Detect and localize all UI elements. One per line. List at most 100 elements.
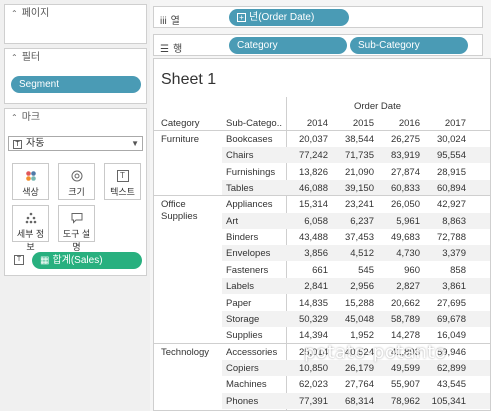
pages-header[interactable]: ⌃ 페이지 bbox=[5, 5, 146, 23]
subcategory-label: Copiers bbox=[226, 362, 259, 374]
year-header: 2015 bbox=[352, 118, 374, 129]
sales-value-cell: 30,024 bbox=[436, 134, 466, 145]
columns-icon: iii bbox=[160, 16, 167, 27]
subcategory-label: Labels bbox=[226, 281, 254, 293]
sales-value-cell: 105,341 bbox=[431, 395, 466, 407]
order-date-pill[interactable]: + 년(Order Date) bbox=[229, 9, 349, 26]
sales-value-cell: 14,835 bbox=[298, 297, 328, 309]
subcategory-label: Chairs bbox=[226, 150, 254, 162]
label-button-label: 텍스트 bbox=[110, 187, 135, 197]
sales-value-cell: 6,237 bbox=[350, 215, 374, 227]
category-label: Furniture bbox=[161, 134, 200, 145]
watermark-text: potato-potanto bbox=[304, 342, 447, 363]
sales-value-cell: 43,545 bbox=[436, 379, 466, 391]
mark-type-select[interactable]: T 자동 ▼ bbox=[8, 136, 143, 151]
sales-value-cell: 28,915 bbox=[436, 166, 466, 178]
subcategory-label: Envelopes bbox=[226, 248, 271, 260]
text-mark-icon: T bbox=[14, 255, 24, 265]
columns-shelf-label: iii 열 bbox=[160, 12, 180, 27]
sales-value-cell: 1,952 bbox=[350, 330, 374, 342]
columns-shelf[interactable]: iii 열 + 년(Order Date) bbox=[153, 6, 483, 28]
rows-icon: ☰ bbox=[160, 44, 169, 55]
expand-plus-icon[interactable]: + bbox=[237, 13, 246, 22]
sales-value-cell: 3,861 bbox=[442, 281, 466, 293]
sales-value-cell: 45,048 bbox=[344, 313, 374, 325]
pages-title: 페이지 bbox=[21, 8, 50, 19]
header-bottom-line bbox=[154, 130, 490, 131]
sales-value-cell: 42,927 bbox=[436, 199, 466, 211]
subcategory-label: Accessories bbox=[226, 346, 278, 358]
marks-header[interactable]: ⌃ 마크 bbox=[5, 109, 146, 127]
tooltip-button[interactable]: 도구 설명 bbox=[58, 205, 95, 252]
mark-type-value: 자동 bbox=[26, 138, 45, 149]
detail-dots-icon bbox=[25, 212, 37, 224]
rows-shelf[interactable]: ☰ 행 Category Sub-Category bbox=[153, 34, 483, 56]
color-button-label: 색상 bbox=[22, 187, 39, 197]
sales-value-cell: 26,050 bbox=[390, 199, 420, 211]
subcategory-label: Appliances bbox=[226, 199, 273, 211]
sales-value-cell: 661 bbox=[312, 264, 328, 276]
segment-filter-pill[interactable]: Segment bbox=[11, 76, 141, 93]
subcategory-label: Supplies bbox=[226, 330, 263, 342]
sales-value-cell: 10,850 bbox=[298, 362, 328, 374]
dropdown-arrow-icon[interactable]: ▼ bbox=[131, 137, 139, 150]
sales-value-cell: 49,683 bbox=[390, 232, 420, 244]
rows-shelf-label: ☰ 행 bbox=[160, 40, 182, 55]
detail-button[interactable]: 세부 정보 bbox=[12, 205, 49, 252]
sales-value-cell: 69,678 bbox=[436, 313, 466, 325]
sales-value-cell: 14,278 bbox=[390, 330, 420, 342]
sales-value-cell: 68,314 bbox=[344, 395, 374, 407]
chevron-up-icon[interactable]: ⌃ bbox=[11, 9, 18, 19]
category-label: Technology bbox=[161, 346, 210, 358]
filters-title: 필터 bbox=[21, 52, 41, 63]
sales-value-cell: 77,242 bbox=[298, 150, 328, 162]
sales-value-cell: 960 bbox=[404, 264, 420, 276]
size-button[interactable]: 크기 bbox=[58, 163, 95, 200]
sales-measure-pill[interactable]: ▦ 합계(Sales) bbox=[32, 252, 142, 269]
filters-header[interactable]: ⌃ 필터 bbox=[5, 49, 146, 67]
sales-value-cell: 4,730 bbox=[396, 248, 420, 260]
category-pill[interactable]: Category bbox=[229, 37, 347, 54]
chevron-up-icon[interactable]: ⌃ bbox=[11, 53, 18, 63]
sales-value-cell: 15,288 bbox=[344, 297, 374, 309]
columns-label-text: 열 bbox=[170, 16, 180, 27]
sales-value-cell: 14,394 bbox=[298, 330, 328, 342]
subcategory-label: Furnishings bbox=[226, 166, 276, 178]
sales-value-cell: 72,788 bbox=[436, 232, 466, 244]
sales-value-cell: 15,314 bbox=[298, 199, 328, 211]
subcategory-label: Paper bbox=[226, 297, 252, 309]
sales-value-cell: 78,962 bbox=[390, 395, 420, 407]
sheet-title: Sheet 1 bbox=[161, 71, 217, 88]
sales-value-cell: 27,764 bbox=[344, 379, 374, 391]
label-button[interactable]: T 텍스트 bbox=[104, 163, 141, 200]
sales-value-cell: 545 bbox=[358, 264, 374, 276]
sales-value-cell: 26,275 bbox=[390, 134, 420, 145]
color-button[interactable]: 색상 bbox=[12, 163, 49, 200]
subcategory-label: Storage bbox=[226, 313, 260, 325]
text-mark-icon: T bbox=[13, 140, 22, 149]
sales-value-cell: 95,554 bbox=[436, 150, 466, 162]
sales-value-cell: 21,090 bbox=[344, 166, 374, 178]
sales-value-cell: 83,919 bbox=[390, 150, 420, 162]
order-date-pill-label: 년(Order Date) bbox=[249, 12, 315, 23]
sales-value-cell: 62,899 bbox=[436, 362, 466, 374]
category-column-header: Category bbox=[161, 118, 200, 129]
category-label: Office Supplies bbox=[161, 199, 198, 223]
sales-value-cell: 2,841 bbox=[304, 281, 328, 293]
tooltip-button-label: 도구 설명 bbox=[62, 229, 91, 252]
sales-value-cell: 13,826 bbox=[298, 166, 328, 178]
pages-card: ⌃ 페이지 bbox=[4, 4, 147, 44]
speech-bubble-icon bbox=[71, 212, 83, 224]
sales-value-cell: 20,662 bbox=[390, 297, 420, 309]
sales-value-cell: 16,049 bbox=[436, 330, 466, 342]
year-header: 2016 bbox=[398, 118, 420, 129]
sales-value-cell: 71,735 bbox=[344, 150, 374, 162]
year-header: 2014 bbox=[306, 118, 328, 129]
sales-measure-label: 합계(Sales) bbox=[52, 255, 103, 266]
subcategory-label: Art bbox=[226, 215, 239, 227]
subcategory-pill[interactable]: Sub-Category bbox=[350, 37, 468, 54]
filters-card: ⌃ 필터 Segment bbox=[4, 48, 147, 104]
sales-value-cell: 5,961 bbox=[396, 215, 420, 227]
chevron-up-icon[interactable]: ⌃ bbox=[11, 113, 18, 123]
sales-value-cell: 60,894 bbox=[436, 183, 466, 195]
